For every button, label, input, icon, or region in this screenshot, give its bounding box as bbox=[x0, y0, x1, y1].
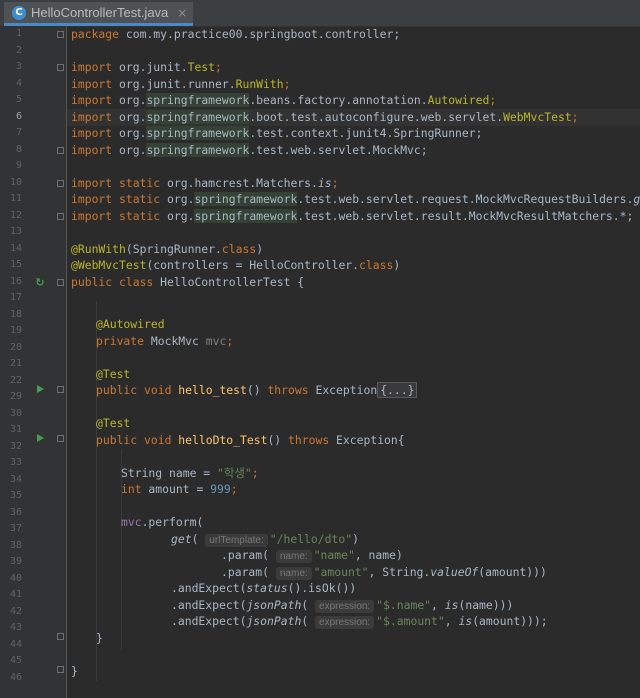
file-tab[interactable]: C HelloControllerTest.java × bbox=[4, 2, 194, 26]
line-number: 15 bbox=[9, 259, 22, 270]
line-number: 43 bbox=[9, 622, 22, 633]
code-line-33: String name = "학생"; bbox=[121, 465, 259, 480]
line-number: 13 bbox=[9, 226, 22, 237]
fold-icon[interactable] bbox=[56, 381, 64, 398]
line-number: 42 bbox=[9, 605, 22, 617]
run-test-icon[interactable] bbox=[34, 381, 46, 398]
line-number: 32 bbox=[9, 440, 22, 452]
editor-tab-bar: C HelloControllerTest.java × bbox=[0, 0, 640, 27]
line-number: 19 bbox=[9, 325, 22, 336]
tab-filename: HelloControllerTest.java bbox=[31, 5, 169, 20]
code-line-41: .andExpect(jsonPath( expression: "$.name"… bbox=[171, 597, 514, 613]
line-number: 39 bbox=[9, 556, 22, 567]
rerun-tests-icon[interactable]: ↻ bbox=[34, 274, 46, 291]
line-number: 16 bbox=[9, 275, 22, 287]
code-line-5: import org.springframework.beans.factory… bbox=[71, 93, 497, 107]
code-line-6: import org.springframework.boot.test.aut… bbox=[71, 109, 579, 124]
param-hint: name: bbox=[275, 566, 312, 580]
line-number: 12 bbox=[9, 209, 22, 221]
line-number: 31 bbox=[9, 424, 22, 435]
line-number: 1 bbox=[15, 28, 22, 39]
fold-icon[interactable] bbox=[56, 208, 64, 225]
code-line-7: import org.springframework.test.context.… bbox=[71, 126, 483, 140]
code-line-42: .andExpect(jsonPath( expression: "$.amoun… bbox=[171, 614, 548, 629]
line-number: 45 bbox=[9, 655, 22, 666]
code-line-18: @Autowired bbox=[96, 317, 165, 331]
param-hint: name: bbox=[275, 550, 312, 563]
code-line-3: import org.junit.Test; bbox=[71, 60, 222, 74]
java-class-icon: C bbox=[12, 5, 26, 20]
close-icon[interactable]: × bbox=[177, 6, 187, 20]
code-line-40: .andExpect(status().isOk()) bbox=[171, 581, 357, 595]
code-line-36: mvc.perform( bbox=[121, 515, 204, 529]
fold-icon[interactable] bbox=[56, 430, 64, 447]
fold-icon[interactable] bbox=[56, 26, 64, 43]
line-number: 20 bbox=[9, 341, 22, 353]
code-line-43: } bbox=[96, 630, 103, 645]
code-line-31: public void helloDto_Test() throws Excep… bbox=[96, 432, 405, 447]
folded-code-block[interactable]: {...} bbox=[377, 382, 418, 398]
line-number: 40 bbox=[9, 572, 22, 584]
code-line-21: @Test bbox=[96, 366, 131, 381]
fold-icon[interactable] bbox=[56, 175, 64, 192]
line-number: 41 bbox=[9, 589, 22, 600]
code-line-8: import org.springframework.test.web.serv… bbox=[71, 142, 428, 157]
run-test-icon[interactable] bbox=[34, 430, 46, 447]
line-number: 11 bbox=[9, 193, 22, 204]
fold-icon[interactable] bbox=[56, 274, 64, 291]
line-number: 34 bbox=[9, 473, 22, 485]
code-line-38: .param( name: "name", name) bbox=[221, 548, 403, 563]
line-number: 29 bbox=[9, 391, 22, 402]
fold-icon[interactable] bbox=[56, 661, 64, 678]
line-number: 21 bbox=[9, 358, 22, 369]
indent-guide bbox=[96, 301, 97, 681]
line-number: 44 bbox=[9, 638, 22, 650]
line-number: 5 bbox=[15, 94, 22, 105]
code-line-15: @WebMvcTest(controllers = HelloControlle… bbox=[71, 258, 401, 272]
line-number: 38 bbox=[9, 539, 22, 551]
line-number: 2 bbox=[15, 44, 22, 56]
param-hint: expression: bbox=[315, 616, 375, 629]
code-line-45: } bbox=[71, 663, 78, 678]
code-editor[interactable]: package com.my.practice00.springboot.con… bbox=[67, 26, 640, 698]
line-number: 6 bbox=[15, 110, 22, 122]
line-number: 30 bbox=[9, 407, 22, 419]
code-line-14: @RunWith(SpringRunner.class) bbox=[71, 241, 264, 256]
line-number: 35 bbox=[9, 490, 22, 501]
param-hint: urlTemplate: bbox=[205, 533, 268, 547]
line-number: 14 bbox=[9, 242, 22, 254]
fold-icon[interactable] bbox=[56, 142, 64, 159]
line-number: 36 bbox=[9, 506, 22, 518]
line-number: 10 bbox=[9, 176, 22, 188]
line-number: 46 bbox=[9, 671, 22, 683]
line-number: 33 bbox=[9, 457, 22, 468]
param-hint: expression: bbox=[315, 599, 375, 613]
code-line-12: import static org.springframework.test.w… bbox=[71, 208, 634, 223]
code-line-4: import org.junit.runner.RunWith; bbox=[71, 76, 291, 91]
line-number: 3 bbox=[15, 61, 22, 72]
line-number: 8 bbox=[15, 143, 22, 155]
code-line-39: .param( name: "amount", String.valueOf(am… bbox=[221, 564, 547, 580]
line-number: 17 bbox=[9, 292, 22, 303]
line-number: 9 bbox=[15, 160, 22, 171]
code-line-22: public void hello_test() throws Exceptio… bbox=[96, 382, 418, 399]
code-line-37: get( urlTemplate: "/hello/dto") bbox=[171, 531, 359, 547]
code-line-11: import static org.springframework.test.w… bbox=[71, 192, 640, 206]
code-line-30: @Test bbox=[96, 416, 131, 430]
line-number: 7 bbox=[15, 127, 22, 138]
code-line-16: public class HelloControllerTest { bbox=[71, 274, 305, 289]
code-line-1: package com.my.practice00.springboot.con… bbox=[71, 27, 401, 41]
code-line-10: import static org.hamcrest.Matchers.is; bbox=[71, 175, 339, 190]
fold-icon[interactable] bbox=[56, 59, 64, 76]
code-line-34: int amount = 999; bbox=[121, 482, 238, 496]
line-number: 22 bbox=[9, 374, 22, 386]
fold-icon[interactable] bbox=[56, 628, 64, 645]
line-number: 4 bbox=[15, 77, 22, 89]
line-number: 37 bbox=[9, 523, 22, 534]
code-line-19: private MockMvc mvc; bbox=[96, 333, 234, 348]
line-number: 18 bbox=[9, 308, 22, 320]
